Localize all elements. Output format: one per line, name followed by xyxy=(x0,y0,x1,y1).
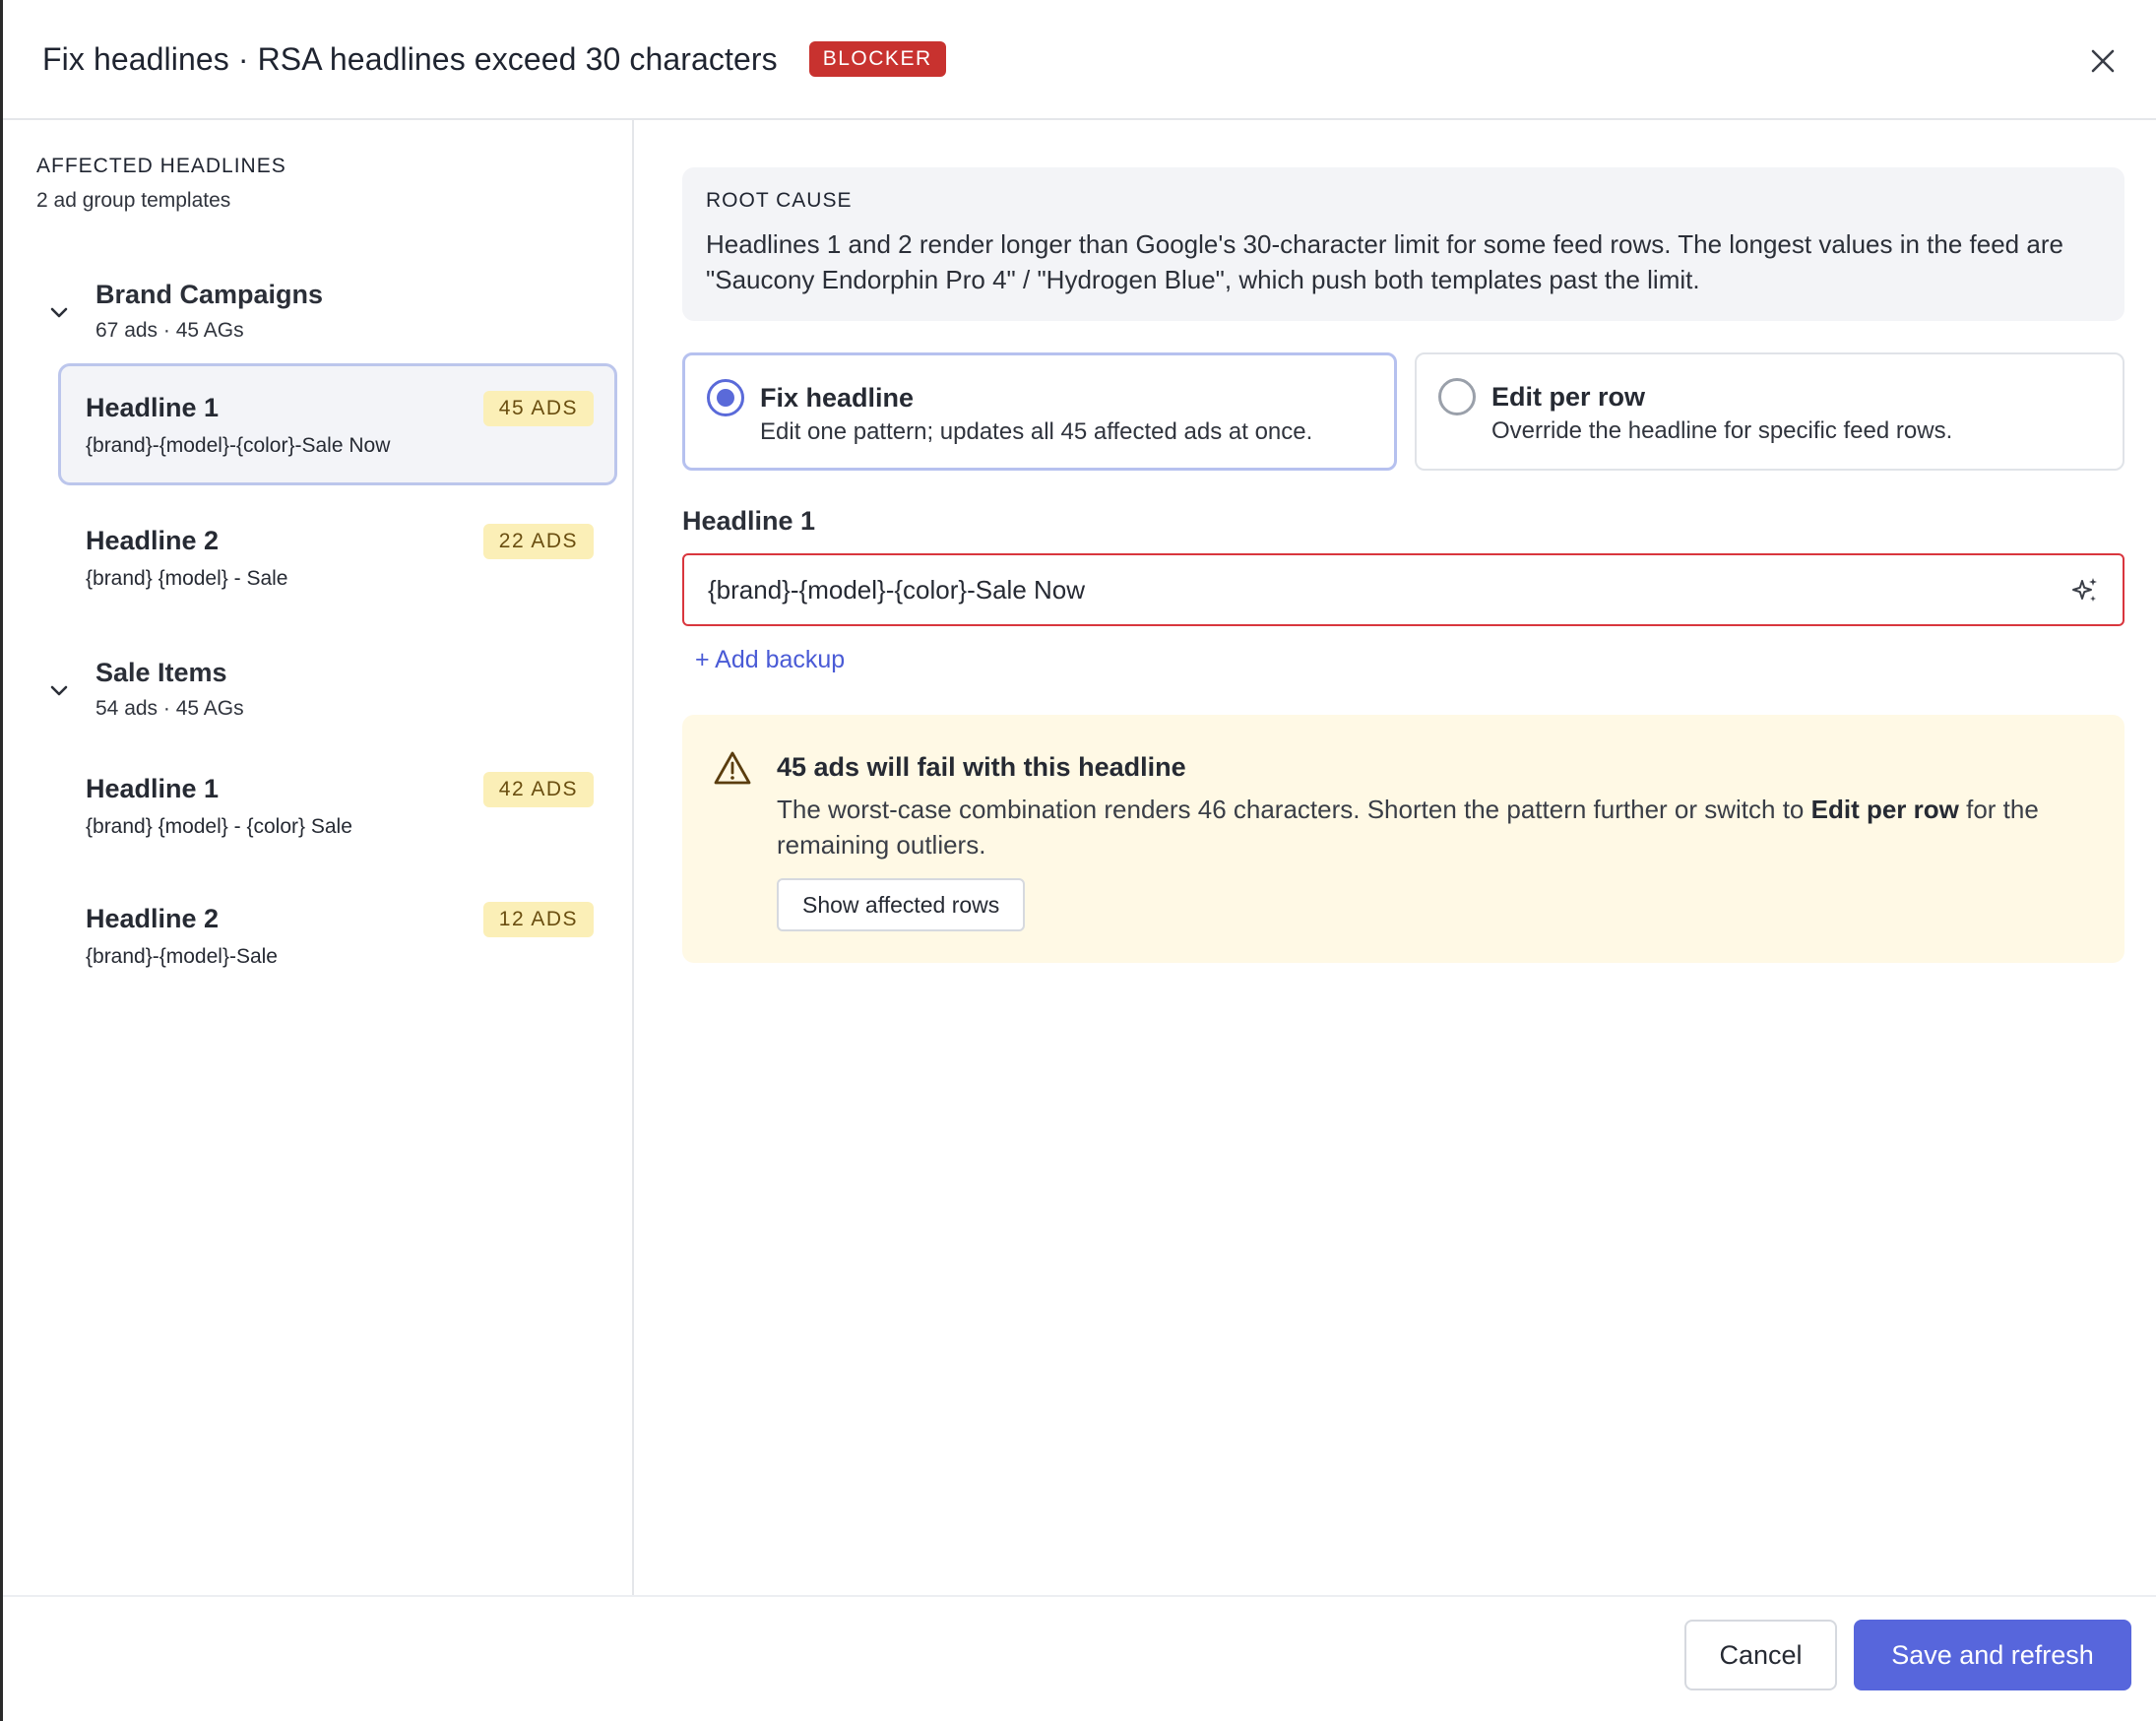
option-title: Edit per row xyxy=(1491,382,1646,412)
chevron-down-icon[interactable] xyxy=(48,301,70,323)
affected-headlines-sidebar: AFFECTED HEADLINES 2 ad group templates … xyxy=(3,120,634,1595)
sparkle-icon[interactable] xyxy=(2069,575,2101,606)
modal-header: Fix headlines · RSA headlines exceed 30 … xyxy=(3,0,2156,120)
group-name[interactable]: Brand Campaigns xyxy=(95,280,323,310)
item-title: Headline 1 xyxy=(86,774,220,803)
main-panel: ROOT CAUSE Headlines 1 and 2 render long… xyxy=(636,120,2156,1595)
fix-headlines-modal: Fix headlines · RSA headlines exceed 30 … xyxy=(0,0,2156,1721)
sidebar-heading: AFFECTED HEADLINES xyxy=(36,155,286,177)
option-edit-per-row[interactable]: Edit per row Override the headline for s… xyxy=(1415,352,2124,471)
ads-count-badge: 12 ADS xyxy=(482,902,594,937)
blocker-badge: BLOCKER xyxy=(808,41,946,77)
root-cause-label: ROOT CAUSE xyxy=(706,189,853,212)
chevron-down-icon[interactable] xyxy=(48,679,70,701)
ads-count-badge: 42 ADS xyxy=(482,772,594,807)
radio-fix-headline[interactable] xyxy=(707,379,744,416)
cancel-button[interactable]: Cancel xyxy=(1684,1620,1837,1690)
root-cause-text: Headlines 1 and 2 render longer than Goo… xyxy=(706,229,2063,294)
option-desc: Edit one pattern; updates all 45 affecte… xyxy=(760,418,1313,445)
headline-field xyxy=(682,553,2124,626)
item-title: Headline 2 xyxy=(86,904,220,933)
warning-panel: 45 ads will fail with this headline The … xyxy=(682,715,2124,963)
item-pattern: {brand}-{model}-Sale xyxy=(86,945,278,968)
modal-footer: Cancel Save and refresh xyxy=(3,1595,2156,1721)
option-fix-headline[interactable]: Fix headline Edit one pattern; updates a… xyxy=(682,352,1397,471)
warning-text-bold: Edit per row xyxy=(1810,795,1959,824)
radio-edit-per-row[interactable] xyxy=(1438,378,1476,415)
headline-input[interactable] xyxy=(684,555,2123,624)
root-cause-panel: ROOT CAUSE Headlines 1 and 2 render long… xyxy=(682,167,2124,321)
group-name[interactable]: Sale Items xyxy=(95,658,227,688)
ads-count-badge: 45 ADS xyxy=(482,391,594,426)
group-meta: 67 ads · 45 AGs xyxy=(95,319,244,342)
headline-item-sale-h1[interactable]: Headline 1 42 ADS {brand} {model} - {col… xyxy=(58,744,617,866)
warning-text-before: The worst-case combination renders 46 ch… xyxy=(777,795,1811,824)
ads-count-badge: 22 ADS xyxy=(482,524,594,559)
headline-field-label: Headline 1 xyxy=(682,506,816,536)
option-desc: Override the headline for specific feed … xyxy=(1491,417,1953,444)
show-affected-rows-button[interactable]: Show affected rows xyxy=(777,878,1026,931)
warning-icon xyxy=(714,751,751,785)
add-backup-link[interactable]: + Add backup xyxy=(695,646,845,674)
item-title: Headline 2 xyxy=(86,526,220,555)
option-title: Fix headline xyxy=(760,383,915,413)
item-pattern: {brand}-{model}-{color}-Sale Now xyxy=(86,434,391,457)
sidebar-subheading: 2 ad group templates xyxy=(36,189,231,212)
warning-text: The worst-case combination renders 46 ch… xyxy=(777,792,2096,862)
warning-title: 45 ads will fail with this headline xyxy=(777,752,1186,782)
save-and-refresh-button[interactable]: Save and refresh xyxy=(1854,1620,2131,1690)
modal-title: Fix headlines · RSA headlines exceed 30 … xyxy=(42,40,778,77)
headline-item-sale-h2[interactable]: Headline 2 12 ADS {brand}-{model}-Sale xyxy=(58,874,617,996)
item-pattern: {brand} {model} - Sale xyxy=(86,567,288,590)
item-title: Headline 1 xyxy=(86,393,220,422)
group-meta: 54 ads · 45 AGs xyxy=(95,697,244,720)
headline-item-brand-h1[interactable]: Headline 1 45 ADS {brand}-{model}-{color… xyxy=(58,363,617,485)
headline-item-brand-h2[interactable]: Headline 2 22 ADS {brand} {model} - Sale xyxy=(58,496,617,618)
close-icon[interactable] xyxy=(2085,43,2121,79)
item-pattern: {brand} {model} - {color} Sale xyxy=(86,815,352,838)
